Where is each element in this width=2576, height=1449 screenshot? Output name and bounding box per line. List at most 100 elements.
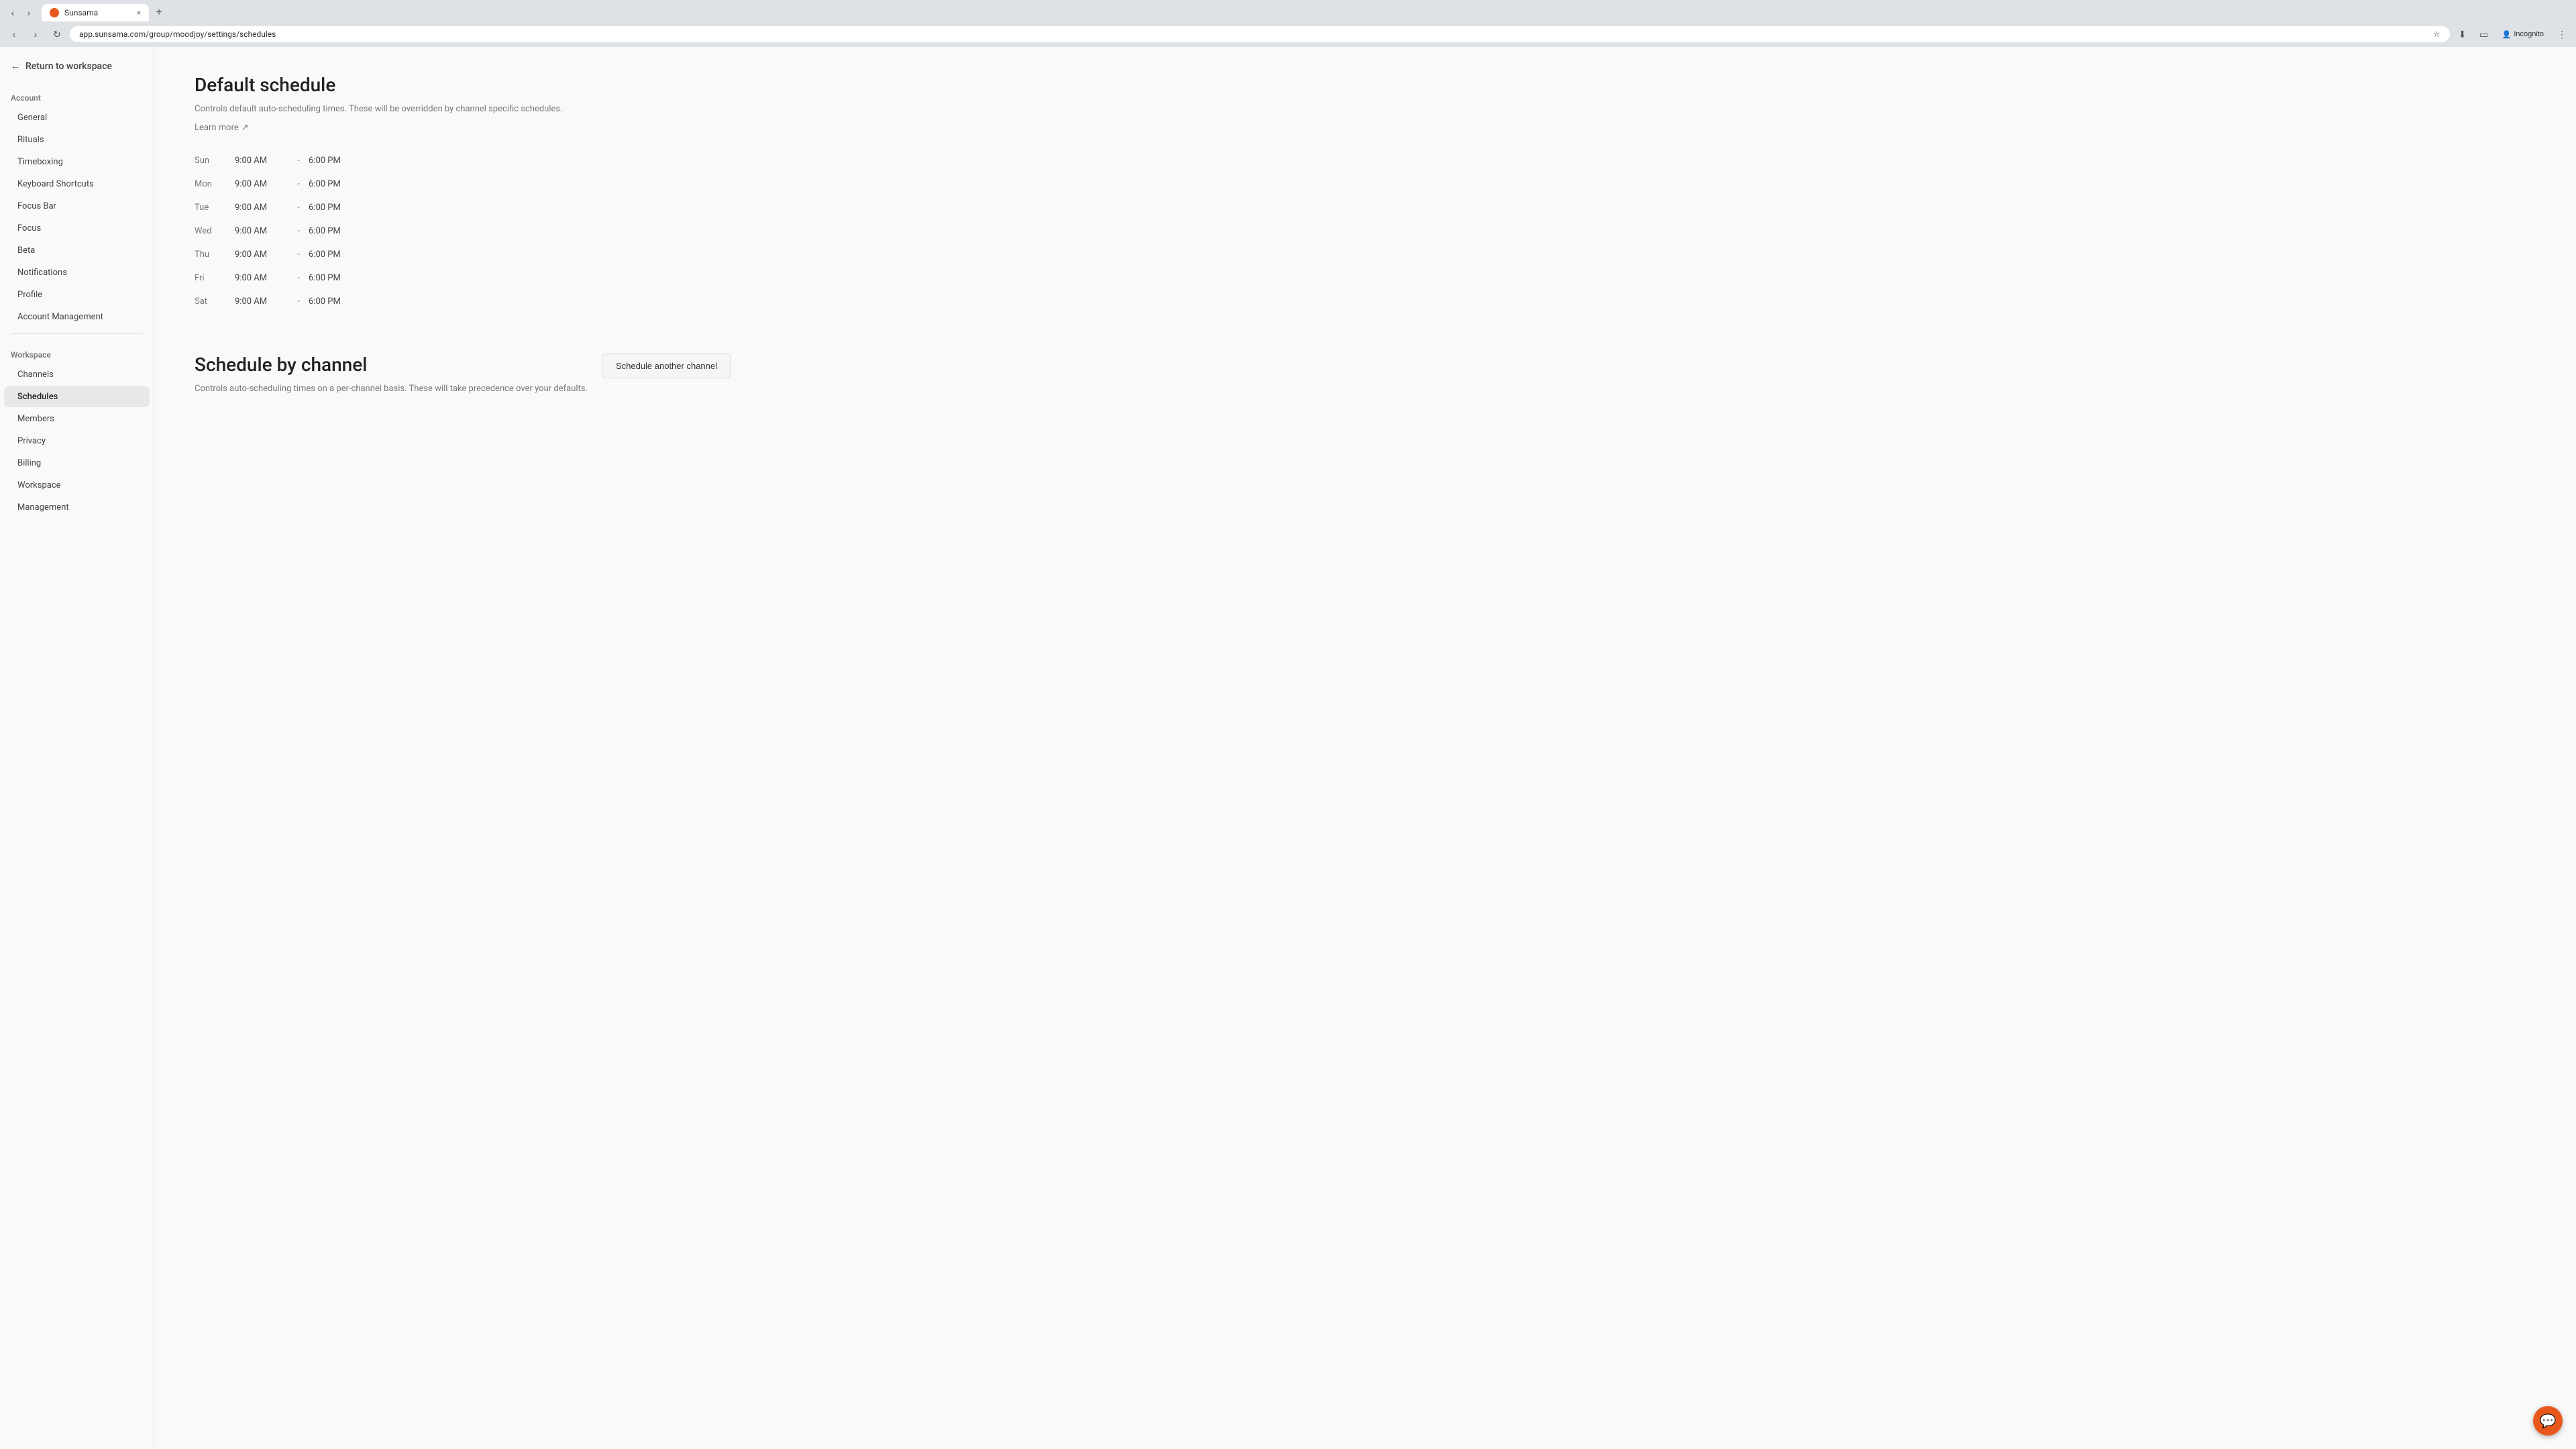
back-arrow-icon: ← — [11, 60, 20, 72]
day-label-mon: Mon — [195, 179, 235, 189]
account-section-label: Account — [0, 83, 154, 107]
time-start-wed: 9:00 AM — [235, 226, 288, 236]
sidebar-item-rituals[interactable]: Rituals — [4, 129, 150, 150]
sidebar-item-label: Schedules — [17, 392, 58, 402]
time-start-thu: 9:00 AM — [235, 250, 288, 260]
time-end-wed: 6:00 PM — [309, 226, 362, 236]
learn-more-link[interactable]: Learn more ↗ — [195, 123, 249, 133]
sidebar-item-label: Rituals — [17, 135, 44, 145]
schedule-another-channel-button[interactable]: Schedule another channel — [602, 354, 731, 378]
tab-back-btn[interactable]: ‹ — [5, 5, 20, 20]
sidebar-item-focus-bar[interactable]: Focus Bar — [4, 196, 150, 217]
schedule-row-sun: Sun 9:00 AM - 6:00 PM — [195, 149, 731, 172]
forward-button[interactable]: › — [27, 25, 44, 43]
time-start-fri: 9:00 AM — [235, 273, 288, 283]
download-button[interactable]: ⬇ — [2454, 25, 2471, 43]
day-label-sun: Sun — [195, 156, 235, 166]
url-text: app.sunsama.com/group/moodjoy/settings/s… — [79, 30, 2428, 39]
sidebar-item-label: Beta — [17, 246, 35, 256]
tab-favicon — [50, 8, 59, 17]
default-schedule-description: Controls default auto-scheduling times. … — [195, 103, 731, 116]
tab-navigation: ‹ › — [5, 5, 36, 20]
time-sep-sun: - — [288, 156, 309, 166]
learn-more-label: Learn more — [195, 123, 239, 133]
tab-manager-button[interactable]: ▭ — [2475, 25, 2493, 43]
time-end-thu: 6:00 PM — [309, 250, 362, 260]
time-start-sat: 9:00 AM — [235, 297, 288, 307]
tab-title: Sunsama — [64, 8, 98, 17]
sidebar-item-management[interactable]: Management — [4, 497, 150, 518]
sidebar-item-account-management[interactable]: Account Management — [4, 307, 150, 327]
bookmark-icon[interactable]: ☆ — [2433, 30, 2440, 39]
sidebar-item-label: Timeboxing — [17, 157, 63, 167]
time-sep-sat: - — [288, 297, 309, 307]
app-container: ← Return to workspace Account General Ri… — [0, 47, 2576, 1449]
schedule-row-thu: Thu 9:00 AM - 6:00 PM — [195, 243, 731, 266]
address-bar[interactable]: app.sunsama.com/group/moodjoy/settings/s… — [70, 26, 2450, 42]
schedule-row-tue: Tue 9:00 AM - 6:00 PM — [195, 196, 731, 219]
incognito-button[interactable]: 👤 Incognito — [2497, 28, 2549, 42]
time-start-tue: 9:00 AM — [235, 203, 288, 213]
return-to-workspace-link[interactable]: ← Return to workspace — [0, 47, 154, 83]
sidebar-item-profile[interactable]: Profile — [4, 284, 150, 305]
schedule-row-wed: Wed 9:00 AM - 6:00 PM — [195, 219, 731, 243]
default-schedule-title: Default schedule — [195, 74, 731, 96]
time-start-sun: 9:00 AM — [235, 156, 288, 166]
sidebar: ← Return to workspace Account General Ri… — [0, 47, 154, 1449]
sidebar-item-label: Billing — [17, 458, 41, 468]
toolbar-icons: ⬇ ▭ 👤 Incognito ⋮ — [2454, 25, 2571, 43]
tab-bar: ‹ › Sunsama × + — [0, 0, 2576, 21]
schedule-by-channel-title: Schedule by channel — [195, 354, 588, 376]
schedule-channel-info: Schedule by channel Controls auto-schedu… — [195, 354, 588, 400]
time-end-tue: 6:00 PM — [309, 203, 362, 213]
sidebar-item-label: Channels — [17, 370, 54, 380]
sidebar-item-keyboard-shortcuts[interactable]: Keyboard Shortcuts — [4, 174, 150, 195]
schedule-row-mon: Mon 9:00 AM - 6:00 PM — [195, 172, 731, 196]
time-end-fri: 6:00 PM — [309, 273, 362, 283]
sidebar-item-billing[interactable]: Billing — [4, 453, 150, 474]
schedule-channel-header: Schedule by channel Controls auto-schedu… — [195, 354, 731, 400]
sidebar-item-timeboxing[interactable]: Timeboxing — [4, 152, 150, 172]
day-label-tue: Tue — [195, 203, 235, 213]
sidebar-item-members[interactable]: Members — [4, 409, 150, 429]
time-sep-mon: - — [288, 179, 309, 189]
sidebar-item-beta[interactable]: Beta — [4, 240, 150, 261]
schedule-row-sat: Sat 9:00 AM - 6:00 PM — [195, 290, 731, 313]
active-tab: Sunsama × — [42, 4, 149, 21]
main-content: Default schedule Controls default auto-s… — [154, 47, 2576, 1449]
time-sep-tue: - — [288, 203, 309, 213]
sidebar-item-schedules[interactable]: Schedules — [4, 386, 150, 407]
sidebar-item-label: Privacy — [17, 436, 46, 446]
schedule-by-channel-section: Schedule by channel Controls auto-schedu… — [195, 354, 731, 400]
sidebar-item-notifications[interactable]: Notifications — [4, 262, 150, 283]
sidebar-item-label: General — [17, 113, 47, 123]
time-sep-thu: - — [288, 250, 309, 260]
external-link-icon: ↗ — [241, 123, 249, 133]
return-label: Return to workspace — [25, 61, 112, 72]
sidebar-item-channels[interactable]: Channels — [4, 364, 150, 385]
back-button[interactable]: ‹ — [5, 25, 23, 43]
sidebar-item-label: Profile — [17, 290, 42, 300]
menu-button[interactable]: ⋮ — [2553, 25, 2571, 43]
workspace-section-label: Workspace — [0, 339, 154, 364]
chat-bubble-icon: 💬 — [2540, 1413, 2557, 1429]
sidebar-item-label: Focus — [17, 223, 41, 233]
tab-forward-btn[interactable]: › — [21, 5, 36, 20]
sidebar-item-general[interactable]: General — [4, 107, 150, 128]
sidebar-item-label: Members — [17, 414, 54, 424]
sidebar-item-focus[interactable]: Focus — [4, 218, 150, 239]
new-tab-button[interactable]: + — [152, 5, 166, 20]
incognito-label: Incognito — [2514, 30, 2544, 38]
day-label-sat: Sat — [195, 297, 235, 307]
schedule-row-fri: Fri 9:00 AM - 6:00 PM — [195, 266, 731, 290]
sidebar-item-label: Management — [17, 502, 69, 513]
sidebar-item-privacy[interactable]: Privacy — [4, 431, 150, 451]
refresh-button[interactable]: ↻ — [48, 25, 66, 43]
tab-close-btn[interactable]: × — [137, 8, 141, 17]
chat-bubble-button[interactable]: 💬 — [2533, 1406, 2563, 1436]
sidebar-item-workspace[interactable]: Workspace — [4, 475, 150, 496]
day-label-thu: Thu — [195, 250, 235, 260]
time-start-mon: 9:00 AM — [235, 179, 288, 189]
sidebar-item-label: Notifications — [17, 268, 67, 278]
sidebar-item-label: Focus Bar — [17, 201, 56, 211]
